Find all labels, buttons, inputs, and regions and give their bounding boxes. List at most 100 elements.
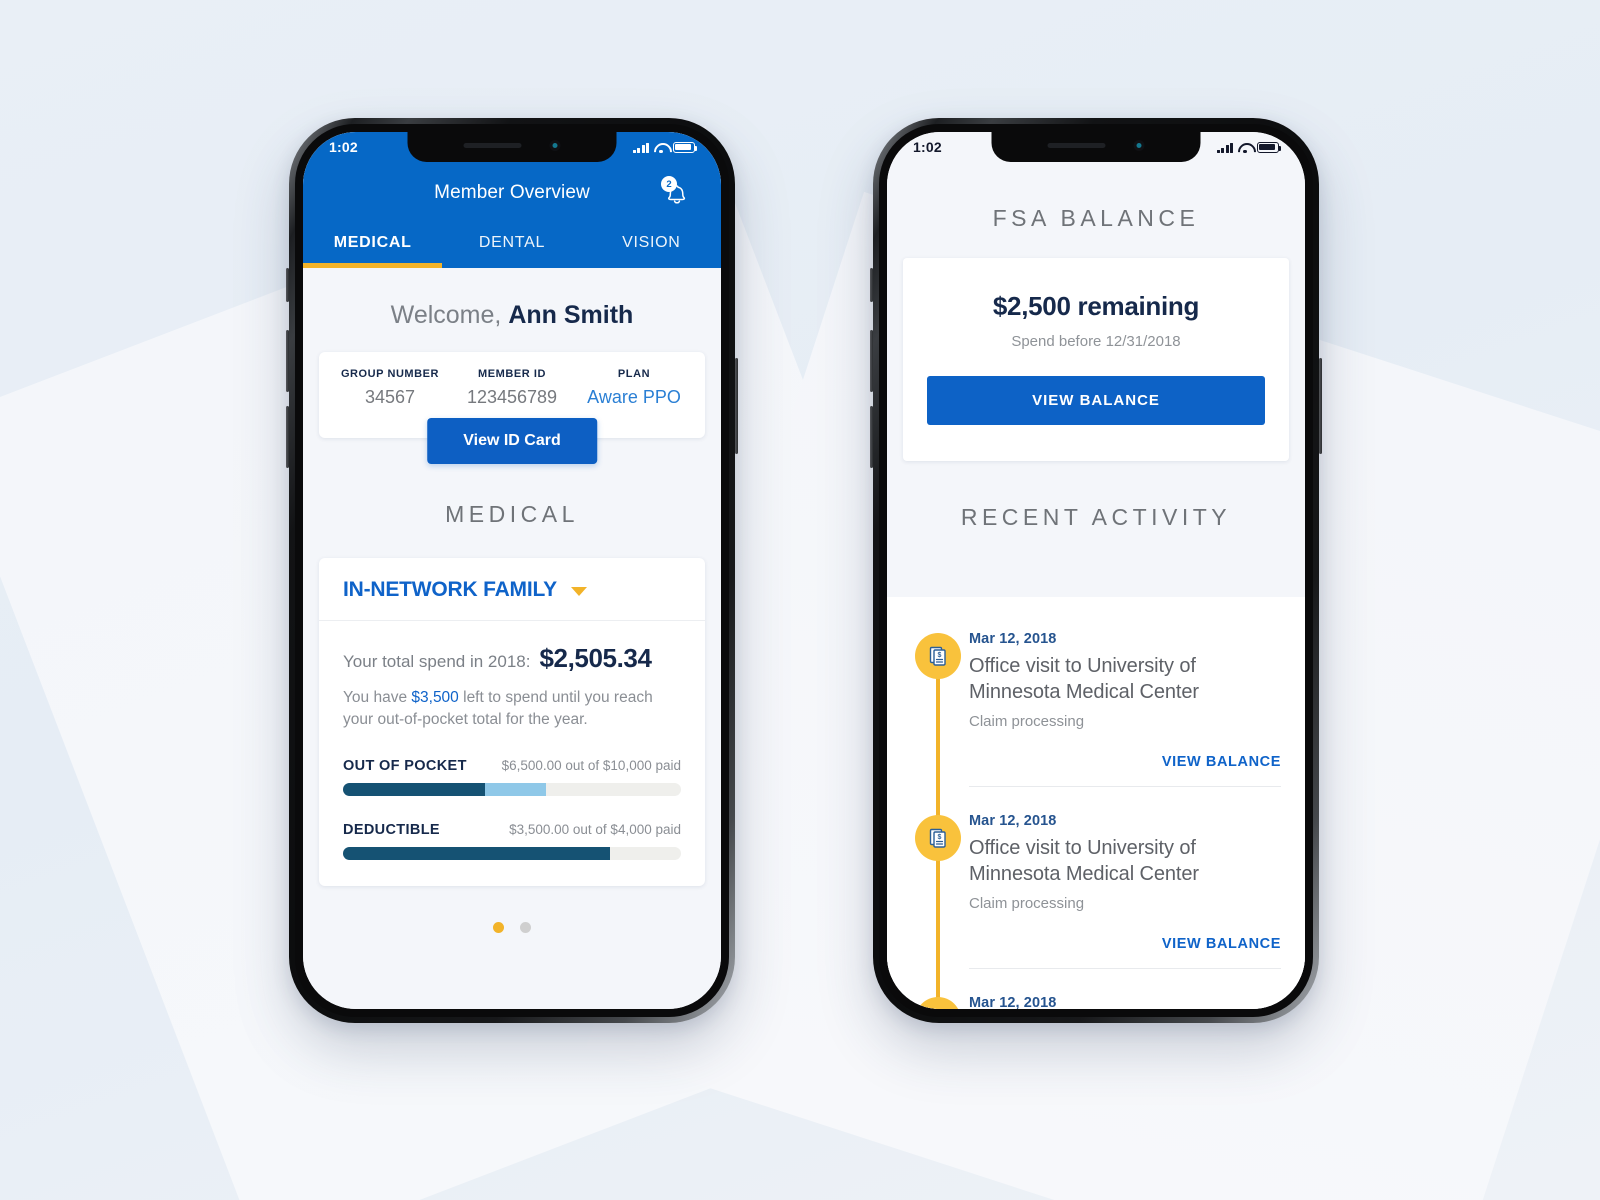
member-name: Ann Smith <box>508 301 634 329</box>
cellular-signal-icon <box>632 142 649 153</box>
deductible-label: DEDUCTIBLE <box>343 821 440 838</box>
plan-value: Aware PPO <box>587 387 681 407</box>
activity-item-3[interactable]: $ Mar 12, 2018 Office visit to Universit… <box>887 995 1305 1009</box>
welcome-prefix: Welcome, <box>390 301 509 329</box>
total-spend-amount: $2,505.34 <box>539 643 652 673</box>
volume-up-button-right[interactable] <box>870 330 873 392</box>
power-button-right[interactable] <box>1319 358 1322 454</box>
svg-text:$: $ <box>938 652 942 659</box>
activity-view-balance-link[interactable]: VIEW BALANCE <box>969 730 1281 787</box>
svg-text:$: $ <box>938 834 942 841</box>
remaining-spend-note: You have $3,500 left to spend until you … <box>343 687 681 732</box>
id-column-group-number: GROUP NUMBER 34567 <box>329 368 451 408</box>
recent-activity-list: $ Mar 12, 2018 Office visit to Universit… <box>887 597 1305 1009</box>
page-title: Member Overview <box>434 182 590 203</box>
activity-date: Mar 12, 2018 <box>969 994 1057 1009</box>
status-bar-time: 1:02 <box>329 139 358 155</box>
tab-vision[interactable]: VISION <box>582 224 721 268</box>
activity-view-balance-link[interactable]: VIEW BALANCE <box>969 912 1281 969</box>
header-title-row: Member Overview 2 <box>303 162 721 224</box>
pagination-dot-2[interactable] <box>520 921 531 933</box>
member-id-card: GROUP NUMBER 34567 MEMBER ID 123456789 P… <box>319 352 705 464</box>
meter-deductible: DEDUCTIBLE $3,500.00 out of $4,000 paid <box>343 822 681 860</box>
screen-left: Member Overview 2 MEDICAL DENTAL VISION … <box>303 132 721 1009</box>
welcome-greeting: Welcome, Ann Smith <box>303 268 721 352</box>
deductible-fill-primary <box>343 846 611 860</box>
volume-down-button[interactable] <box>286 406 289 468</box>
activity-item-1[interactable]: $ Mar 12, 2018 Office visit to Universit… <box>887 631 1305 787</box>
screen-right: FSA BALANCE $2,500 remaining Spend befor… <box>887 132 1305 1009</box>
phone-mockup-left: Member Overview 2 MEDICAL DENTAL VISION … <box>286 118 738 1023</box>
chevron-down-icon[interactable] <box>570 587 587 596</box>
activity-date: Mar 12, 2018 <box>969 631 1057 647</box>
battery-icon <box>1257 141 1282 153</box>
status-bar-indicators <box>1216 141 1282 154</box>
tab-medical[interactable]: MEDICAL <box>303 224 442 268</box>
fsa-balance-card: $2,500 remaining Spend before 12/31/2018… <box>903 258 1289 461</box>
fsa-balance-heading: FSA BALANCE <box>992 205 1200 231</box>
pagination-dot-1[interactable] <box>493 921 504 933</box>
plan-card-header[interactable]: IN-NETWORK FAMILY <box>319 558 705 621</box>
battery-icon <box>673 141 698 153</box>
earpiece-speaker-right <box>1047 142 1106 148</box>
deductible-progress-bar <box>343 846 681 860</box>
phone-bezel-right: FSA BALANCE $2,500 remaining Spend befor… <box>879 124 1313 1017</box>
carousel-pagination[interactable] <box>303 886 721 943</box>
active-tab-indicator <box>303 263 443 268</box>
notch-right <box>991 132 1201 162</box>
plan-card-title: IN-NETWORK FAMILY <box>343 578 557 601</box>
notification-count-badge: 2 <box>661 176 677 192</box>
out-of-pocket-fill-secondary <box>484 782 546 796</box>
member-id-label: MEMBER ID <box>478 368 546 380</box>
mute-switch-right[interactable] <box>870 268 873 302</box>
plan-type-tabs[interactable]: MEDICAL DENTAL VISION <box>303 224 721 268</box>
note-amount: $3,500 <box>411 689 459 706</box>
activity-item-2[interactable]: $ Mar 12, 2018 Office visit to Universit… <box>887 813 1305 969</box>
note-prefix: You have <box>343 689 412 706</box>
plan-card-body: Your total spend in 2018: $2,505.34 You … <box>319 621 705 886</box>
fsa-view-balance-button[interactable]: VIEW BALANCE <box>927 376 1265 425</box>
out-of-pocket-label: OUT OF POCKET <box>343 757 467 774</box>
tab-dental[interactable]: DENTAL <box>442 224 581 268</box>
meter-out-of-pocket: OUT OF POCKET $6,500.00 out of $10,000 p… <box>343 758 681 796</box>
earpiece-speaker <box>463 142 522 148</box>
group-number-value: 34567 <box>364 387 416 407</box>
claim-document-icon: $ <box>915 996 961 1009</box>
power-button[interactable] <box>735 358 738 454</box>
phone-mockup-right: FSA BALANCE $2,500 remaining Spend befor… <box>870 118 1322 1023</box>
mute-switch[interactable] <box>286 268 289 302</box>
app-content-left[interactable]: Member Overview 2 MEDICAL DENTAL VISION … <box>303 132 721 1009</box>
out-of-pocket-progress-bar <box>343 782 681 796</box>
status-bar-time: 1:02 <box>913 139 942 155</box>
decorative-background <box>0 0 1600 1200</box>
fsa-spend-deadline: Spend before 12/31/2018 <box>1011 333 1181 350</box>
phone-bezel-left: Member Overview 2 MEDICAL DENTAL VISION … <box>295 124 729 1017</box>
activity-date: Mar 12, 2018 <box>969 812 1057 829</box>
front-camera <box>549 139 561 151</box>
volume-down-button-right[interactable] <box>870 406 873 468</box>
volume-up-button[interactable] <box>286 330 289 392</box>
fsa-remaining-amount: $2,500 remaining <box>992 291 1200 321</box>
member-id-value: 123456789 <box>466 387 558 407</box>
activity-spacer-1 <box>887 791 1305 813</box>
meter-row-deductible: DEDUCTIBLE $3,500.00 out of $4,000 paid <box>343 822 681 838</box>
cellular-signal-icon <box>1216 142 1233 153</box>
claim-document-icon: $ <box>915 814 961 861</box>
activity-status: Claim processing <box>969 894 1085 912</box>
group-number-label: GROUP NUMBER <box>340 368 440 380</box>
notifications-button[interactable]: 2 <box>661 176 695 209</box>
plan-label: PLAN <box>617 368 651 380</box>
front-camera-right <box>1133 139 1145 151</box>
out-of-pocket-fill-primary <box>343 782 485 796</box>
activity-title: Office visit to University of Minnesota … <box>969 836 1199 886</box>
view-id-card-button[interactable]: View ID Card <box>427 418 597 464</box>
deductible-stat: $3,500.00 out of $4,000 paid <box>509 821 681 837</box>
claim-document-icon: $ <box>915 633 961 679</box>
activity-spacer-2 <box>887 973 1305 995</box>
app-content-right[interactable]: FSA BALANCE $2,500 remaining Spend befor… <box>887 132 1305 1009</box>
id-column-member-id: MEMBER ID 123456789 <box>451 368 573 408</box>
recent-activity-heading: RECENT ACTIVITY <box>960 504 1232 530</box>
wifi-icon <box>1238 142 1252 154</box>
meter-row-out-of-pocket: OUT OF POCKET $6,500.00 out of $10,000 p… <box>343 758 681 774</box>
out-of-pocket-stat: $6,500.00 out of $10,000 paid <box>501 757 681 773</box>
